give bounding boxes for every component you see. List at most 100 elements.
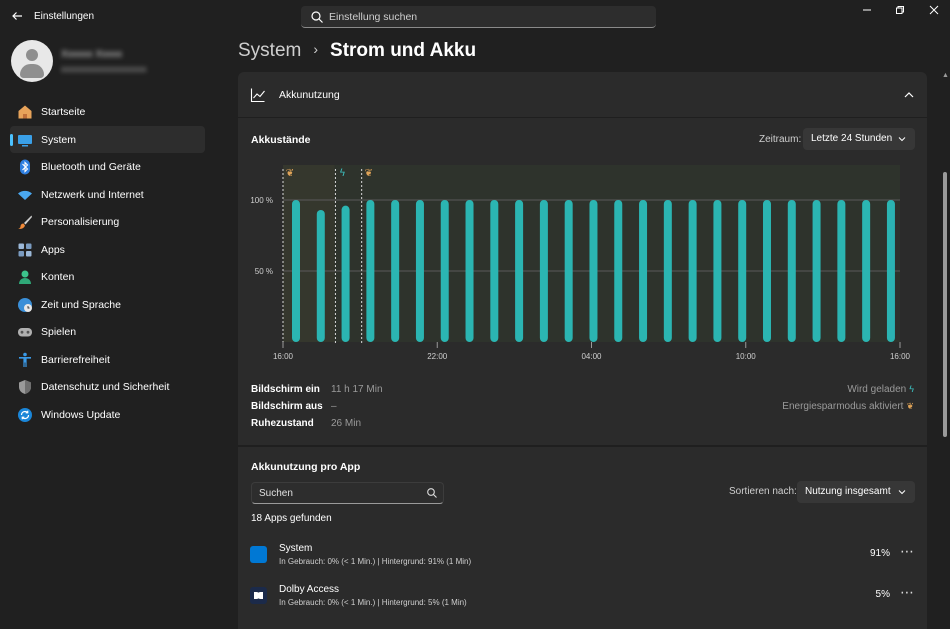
app-search-input[interactable]: Suchen [251,482,444,504]
app-list-item[interactable]: Dolby Access In Gebrauch: 0% (< 1 Min.) … [238,579,927,617]
search-icon [311,11,323,23]
close-button[interactable] [924,4,944,20]
breadcrumb-separator: › [313,41,319,57]
sidebar-item-label: Konten [41,271,75,283]
sidebar-item-label: Windows Update [41,408,121,421]
battery-bar [787,200,796,342]
battery-bar [292,200,300,342]
arrow-left-icon [12,12,22,20]
more-options-button[interactable]: ⋯ [900,584,915,601]
app-detail: In Gebrauch: 0% (< 1 Min.) | Hintergrund… [279,598,467,607]
period-dropdown[interactable]: Letzte 24 Stunden [803,128,915,150]
leaf-icon: ❦ [906,401,914,411]
profile-email: xxxxxxxxxxxxxxxxxxx [61,64,147,74]
sidebar-item-barrierefreiheit[interactable]: Barrierefreiheit [10,346,205,374]
battery-bar [415,200,424,342]
sort-value: Nutzung insgesamt [805,486,891,497]
app-search-placeholder: Suchen [259,488,293,499]
x-tick-label: 16:00 [890,352,911,361]
title-bar: Einstellungen Einstellung suchen [0,0,950,34]
sidebar-item-label: Barrierefreiheit [41,353,110,366]
line-chart-icon [250,88,265,103]
scrollbar-thumb[interactable] [943,172,947,437]
sidebar-item-label: Apps [41,243,65,256]
sidebar-item-zeit[interactable]: Zeit und Sprache [10,291,205,319]
back-button[interactable] [8,8,26,26]
stat-label: Bildschirm aus [251,401,323,412]
battery-usage-panel: Akkunutzung Akkustände Zeitraum: Letzte … [238,72,927,629]
app-list-item[interactable]: System In Gebrauch: 0% (< 1 Min.) | Hint… [238,538,927,576]
battery-bar [589,200,598,342]
sort-dropdown[interactable]: Nutzung insgesamt [797,481,915,503]
legend-energy-saver-label: Energiesparmodus aktiviert [782,401,904,412]
leaf-icon: ❦ [286,168,294,179]
stat-row: Ruhezustand 26 Min [238,418,927,432]
sidebar-item-startseite[interactable]: Startseite [10,98,205,126]
app-name: Dolby Access [279,584,340,595]
sidebar-item-bluetooth[interactable]: Bluetooth und Geräte [10,153,205,181]
system-app-icon [250,546,267,563]
stat-value: 11 h 17 Min [331,384,383,395]
sidebar-item-windows-update[interactable]: Windows Update [10,401,205,429]
sidebar-item-system[interactable]: System [10,125,205,153]
sidebar-item-label: Startseite [41,106,86,118]
battery-bar [837,200,846,342]
app-percent: 91% [869,548,890,559]
scroll-up-icon[interactable]: ▲ [942,72,949,79]
scrollbar[interactable]: ▲ [942,72,949,629]
page-title: Strom und Akku [330,40,477,61]
sidebar-item-personalisierung[interactable]: Personalisierung [10,208,205,236]
battery-bar [886,200,895,342]
battery-bar [564,200,573,342]
y-tick-label: 50 % [255,267,273,276]
sidebar-item-netzwerk[interactable]: Netzwerk und Internet [10,181,205,209]
battery-usage-header[interactable]: Akkunutzung [238,72,927,118]
battery-bar [465,200,474,342]
chevron-up-icon[interactable] [902,88,916,102]
system-icon [18,134,32,146]
breadcrumb: System › Strom und Akku [238,40,476,62]
minimize-button[interactable] [857,4,877,20]
battery-bar [341,205,350,342]
sidebar-item-datenschutz[interactable]: Datenschutz und Sicherheit [10,373,205,401]
battery-levels-title: Akkustände [251,134,311,146]
stat-row: Bildschirm aus – Energiesparmodus aktivi… [238,401,927,415]
battery-bar [713,200,722,342]
sort-label: Sortieren nach: [729,486,797,497]
battery-bar [490,200,499,342]
app-detail: In Gebrauch: 0% (< 1 Min.) | Hintergrund… [279,557,472,566]
more-options-button[interactable]: ⋯ [900,543,915,560]
bluetooth-icon [20,159,30,175]
sidebar-item-apps[interactable]: Apps [10,236,205,264]
brush-icon [18,215,32,229]
breadcrumb-parent[interactable]: System [238,40,301,61]
sidebar-item-label: Personalisierung [41,216,120,228]
x-tick-label: 22:00 [427,352,448,361]
stat-value: 26 Min [331,418,362,429]
chevron-down-icon [898,137,906,142]
battery-bar [688,200,697,342]
sidebar-item-label: Spielen [41,326,77,338]
sidebar-item-konten[interactable]: Konten [10,263,205,291]
legend-energy-saver: Energiesparmodus aktiviert ❦ [782,401,914,412]
maximize-button[interactable] [890,4,910,20]
search-placeholder: Einstellung suchen [329,11,418,23]
period-value: Letzte 24 Stunden [811,133,893,144]
legend-charging-label: Wird geladen [847,384,907,395]
user-profile[interactable]: Xxxxxx Xxxxx xxxxxxxxxxxxxxxxxxx [11,40,211,84]
sidebar-item-spielen[interactable]: Spielen [10,318,205,346]
period-label: Zeitraum: [759,134,802,145]
restore-icon [896,6,904,14]
battery-bar [663,200,672,342]
network-icon [18,190,32,200]
battery-usage-title: Akkunutzung [279,89,340,101]
settings-search-input[interactable]: Einstellung suchen [301,6,656,28]
battery-bar [440,200,449,342]
leaf-icon: ❦ [364,168,372,179]
sidebar-item-label: System [41,133,77,146]
sidebar-nav: Startseite System Bluetooth und Geräte N… [10,98,205,428]
x-tick-label: 04:00 [581,352,602,361]
stat-value: – [331,401,337,412]
stat-label: Ruhezustand [251,418,314,429]
battery-bar [391,200,400,342]
